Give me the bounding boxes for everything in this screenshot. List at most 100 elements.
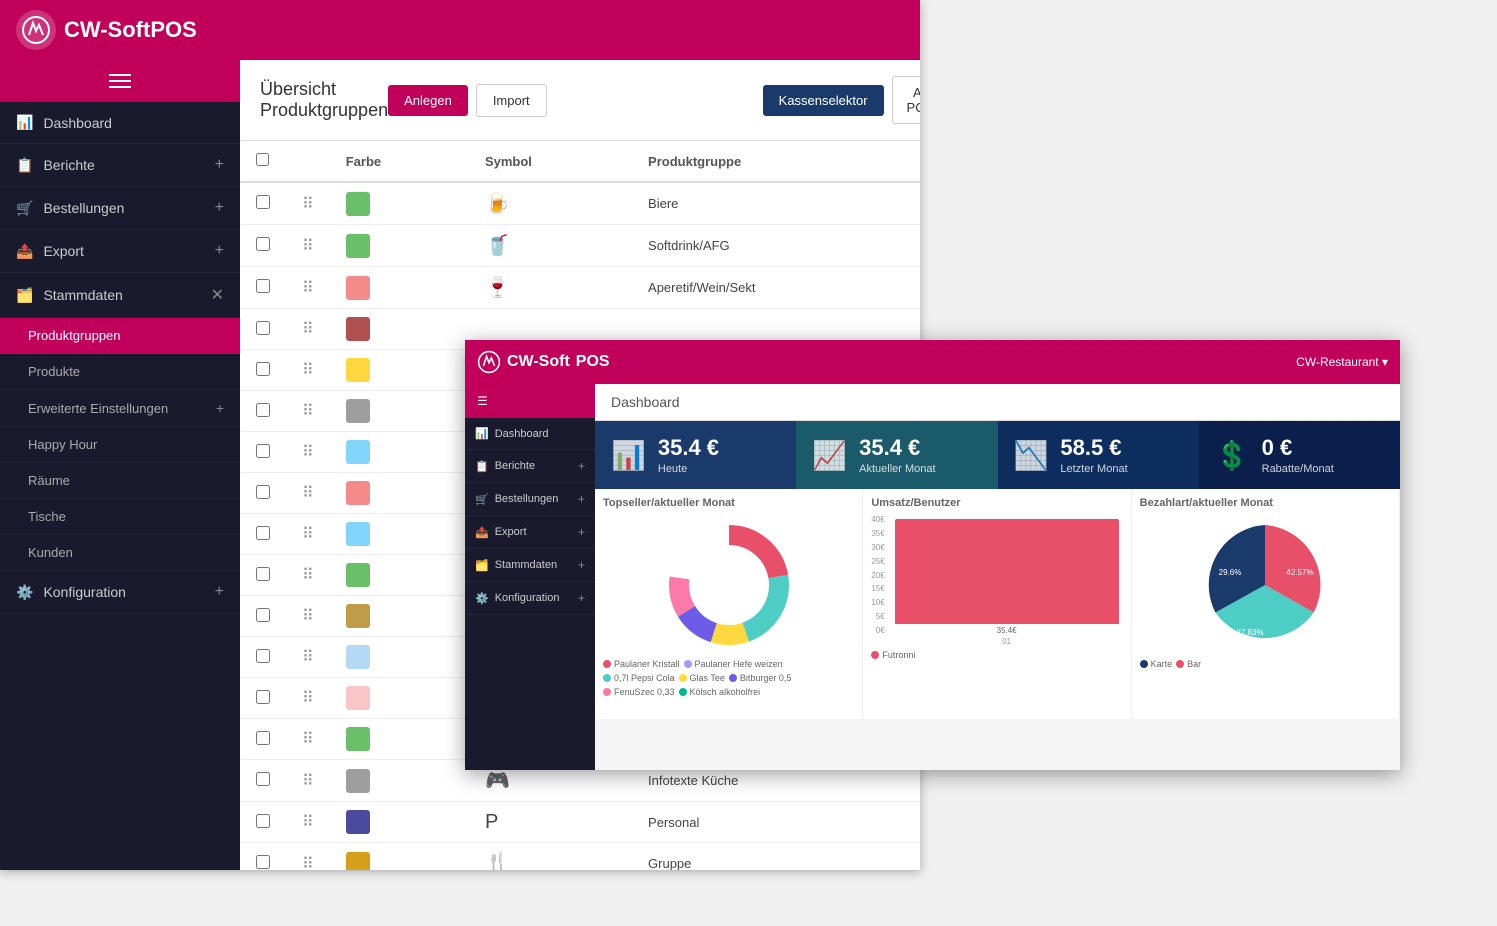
- logo-bold: POS: [150, 17, 196, 42]
- drag-handle-15[interactable]: ⠿: [302, 814, 314, 831]
- overlay-sidebar: ☰ 📊 Dashboard 📋 Berichte + 🛒 Bestellunge…: [465, 384, 595, 770]
- ov-nav-export[interactable]: 📤 Export +: [465, 516, 595, 549]
- stat-bar-icon: 📊: [611, 439, 646, 472]
- sidebar-item-dashboard[interactable]: 📊 Dashboard: [0, 102, 240, 144]
- ov-nav-konfiguration[interactable]: ⚙️ Konfiguration +: [465, 582, 595, 615]
- drag-handle-3[interactable]: ⠿: [302, 321, 314, 338]
- drag-handle-2[interactable]: ⠿: [302, 280, 314, 297]
- row-checkbox-2[interactable]: [256, 279, 270, 293]
- menu-toggle-button[interactable]: [0, 60, 240, 102]
- drag-handle-11[interactable]: ⠿: [302, 649, 314, 666]
- row-checkbox-14[interactable]: [256, 772, 270, 786]
- overlay-hamburger-icon: ☰: [477, 394, 488, 408]
- row-checkbox-7[interactable]: [256, 485, 270, 499]
- umsatz-chart-title: Umsatz/Benutzer: [871, 497, 1122, 509]
- drag-handle-8[interactable]: ⠿: [302, 526, 314, 543]
- ov-nav-dashboard[interactable]: 📊 Dashboard: [465, 418, 595, 450]
- sidebar-sub-produktgruppen[interactable]: Produktgruppen: [0, 318, 240, 354]
- stat-rabatte-value: 0 €: [1262, 435, 1334, 461]
- legend-item-3: Glas Tee: [679, 673, 725, 683]
- sidebar-sub-raeume[interactable]: Räume: [0, 463, 240, 499]
- umsatz-legend-futronni: Futronni: [871, 650, 915, 660]
- color-swatch-15: [346, 810, 370, 834]
- drag-handle-10[interactable]: ⠿: [302, 608, 314, 625]
- bestellungen-expand-icon: +: [215, 199, 224, 217]
- ov-stammdaten-expand: +: [578, 558, 585, 572]
- sidebar-sub-label-produktgruppen: Produktgruppen: [28, 328, 121, 343]
- sidebar-item-konfiguration[interactable]: ⚙️ Konfiguration +: [0, 571, 240, 614]
- color-swatch-2: [346, 276, 370, 300]
- drag-handle-1[interactable]: ⠿: [302, 238, 314, 255]
- overlay-menu-toggle[interactable]: ☰: [465, 384, 595, 418]
- anlegen-button[interactable]: Anlegen: [388, 85, 468, 116]
- table-row: ⠿ 🍺 Biere: [240, 182, 920, 225]
- ov-nav-berichte[interactable]: 📋 Berichte +: [465, 450, 595, 483]
- sidebar-item-stammdaten[interactable]: 🗂️ Stammdaten ✕: [0, 273, 240, 318]
- legend-label-6: Kölsch alkoholfrei: [690, 687, 761, 697]
- sidebar-item-export[interactable]: 📤 Export +: [0, 230, 240, 273]
- sidebar-item-berichte[interactable]: 📋 Berichte +: [0, 144, 240, 187]
- row-checkbox-16[interactable]: [256, 855, 270, 869]
- stat-rabatte-label: Rabatte/Monat: [1262, 463, 1334, 475]
- sidebar-sub-produkte[interactable]: Produkte: [0, 354, 240, 390]
- row-checkbox-13[interactable]: [256, 731, 270, 745]
- stat-trend-up-icon: 📈: [812, 439, 847, 472]
- row-checkbox-3[interactable]: [256, 321, 270, 335]
- ov-bestellungen-expand: +: [578, 492, 585, 506]
- color-swatch-13: [346, 727, 370, 751]
- stat-aktmonat-label: Aktueller Monat: [859, 463, 935, 475]
- sidebar-label-dashboard: Dashboard: [43, 115, 112, 131]
- drag-handle-5[interactable]: ⠿: [302, 403, 314, 420]
- topseller-donut-container: [659, 515, 799, 655]
- row-checkbox-12[interactable]: [256, 690, 270, 704]
- row-checkbox-0[interactable]: [256, 195, 270, 209]
- sidebar-sub-tische[interactable]: Tische: [0, 499, 240, 535]
- ov-berichte-icon: 📋: [475, 460, 489, 473]
- stammdaten-icon: 🗂️: [16, 287, 33, 304]
- legend-dot-2: [603, 674, 611, 682]
- sidebar-sub-label-kunden: Kunden: [28, 545, 73, 560]
- legend-dot-1: [684, 660, 692, 668]
- row-checkbox-11[interactable]: [256, 649, 270, 663]
- row-checkbox-15[interactable]: [256, 814, 270, 828]
- select-all-checkbox[interactable]: [256, 153, 269, 166]
- sidebar-sub-erweiterte[interactable]: Erweiterte Einstellungen +: [0, 390, 240, 427]
- kassenselektor-button[interactable]: Kassenselektor: [763, 85, 884, 116]
- sidebar-item-bestellungen[interactable]: 🛒 Bestellungen +: [0, 187, 240, 230]
- legend-dot-6: [679, 688, 687, 696]
- product-name-2: Aperetif/Wein/Sekt: [632, 267, 920, 309]
- drag-handle-13[interactable]: ⠿: [302, 731, 314, 748]
- row-checkbox-1[interactable]: [256, 237, 270, 251]
- konfiguration-icon: ⚙️: [16, 584, 33, 601]
- drag-handle-16[interactable]: ⠿: [302, 856, 314, 871]
- overlay-topbar: CW-SoftPOS CW-Restaurant ▾: [465, 340, 1400, 384]
- ov-nav-stammdaten[interactable]: 🗂️ Stammdaten +: [465, 549, 595, 582]
- ov-nav-bestellungen[interactable]: 🛒 Bestellungen +: [465, 483, 595, 516]
- row-checkbox-4[interactable]: [256, 362, 270, 376]
- overlay-user-menu[interactable]: CW-Restaurant ▾: [1296, 355, 1388, 369]
- toolbar: Anlegen Import Kassenselektor All POS ▾: [388, 76, 920, 124]
- legend-item-6: Kölsch alkoholfrei: [679, 687, 761, 697]
- drag-handle-7[interactable]: ⠿: [302, 485, 314, 502]
- row-checkbox-5[interactable]: [256, 403, 270, 417]
- drag-handle-4[interactable]: ⠿: [302, 362, 314, 379]
- row-checkbox-10[interactable]: [256, 608, 270, 622]
- sidebar-sub-happyhour[interactable]: Happy Hour: [0, 427, 240, 463]
- all-pos-button[interactable]: All POS ▾: [892, 76, 920, 124]
- import-button[interactable]: Import: [476, 84, 547, 117]
- row-checkbox-9[interactable]: [256, 567, 270, 581]
- drag-handle-14[interactable]: ⠿: [302, 773, 314, 790]
- row-checkbox-8[interactable]: [256, 526, 270, 540]
- sidebar-sub-label-happyhour: Happy Hour: [28, 437, 97, 452]
- drag-handle-6[interactable]: ⠿: [302, 444, 314, 461]
- drag-handle-12[interactable]: ⠿: [302, 690, 314, 707]
- topseller-legend: Paulaner Kristall Paulaner Hefe weizen 0…: [603, 659, 854, 697]
- row-checkbox-6[interactable]: [256, 444, 270, 458]
- sidebar-sub-kunden[interactable]: Kunden: [0, 535, 240, 571]
- bestellungen-icon: 🛒: [16, 200, 33, 217]
- legend-dot-5: [603, 688, 611, 696]
- product-icon-15: P: [485, 811, 498, 833]
- drag-handle-0[interactable]: ⠿: [302, 196, 314, 213]
- erweiterte-plus-icon: +: [216, 400, 224, 416]
- drag-handle-9[interactable]: ⠿: [302, 567, 314, 584]
